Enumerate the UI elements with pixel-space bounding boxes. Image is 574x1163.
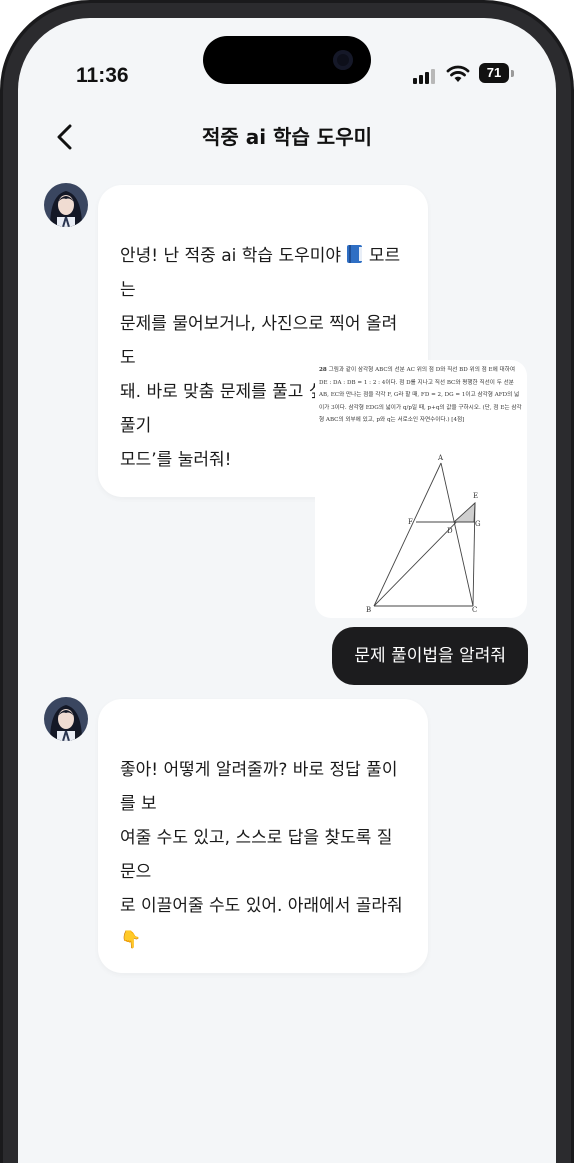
wifi-icon [446, 65, 470, 82]
cellular-signal-icon [413, 68, 437, 84]
triangle-edg [452, 501, 476, 523]
status-time: 11:36 [76, 64, 129, 87]
point-label-c: C [472, 606, 477, 614]
bot-message-text: 좋아! 어떻게 알려줄까? 바로 정답 풀이를 보 여줄 수도 있고, 스스로 … [120, 760, 403, 950]
user-message-text: 문제 풀이법을 알려줘 [354, 646, 506, 666]
page-title: 적중 ai 학습 도우미 [201, 125, 373, 149]
dynamic-island [203, 36, 371, 84]
screen: 11:36 71 적중 ai 학습 도우미 안녕! 난 적중 ai 학습 도우미… [18, 18, 556, 1163]
point-label-b: B [366, 606, 371, 614]
battery-tip [511, 70, 514, 77]
anime-girl-avatar-icon [44, 183, 88, 227]
segment-ac [440, 462, 474, 607]
uploaded-problem-image[interactable]: 28 그림과 같이 삼각형 ABC의 선분 AC 위의 점 D와 직선 BD 위… [315, 360, 527, 618]
point-label-a: A [437, 454, 444, 462]
bot-avatar[interactable] [44, 183, 88, 227]
segment-ab [373, 462, 442, 607]
bot-message-text: 안녕! 난 적중 ai 학습 도우미야 [120, 246, 347, 266]
geometry-diagram: A B C D E F G [366, 454, 481, 614]
battery-icon: 71 [479, 63, 509, 83]
point-label-f: F [408, 518, 413, 526]
bot-avatar[interactable] [44, 697, 88, 741]
point-label-d: D [447, 527, 453, 535]
point-label-e: E [473, 492, 478, 500]
phone-frame: 11:36 71 적중 ai 학습 도우미 안녕! 난 적중 ai 학습 도우미… [0, 0, 574, 1163]
bot-message-bubble: 좋아! 어떻게 알려줄까? 바로 정답 풀이를 보 여줄 수도 있고, 스스로 … [98, 699, 428, 973]
user-message-bubble: 문제 풀이법을 알려줘 [332, 627, 528, 685]
anime-girl-avatar-icon [44, 697, 88, 741]
point-label-g: G [475, 520, 481, 528]
blue-book-icon [347, 245, 363, 263]
camera-icon [333, 50, 353, 70]
